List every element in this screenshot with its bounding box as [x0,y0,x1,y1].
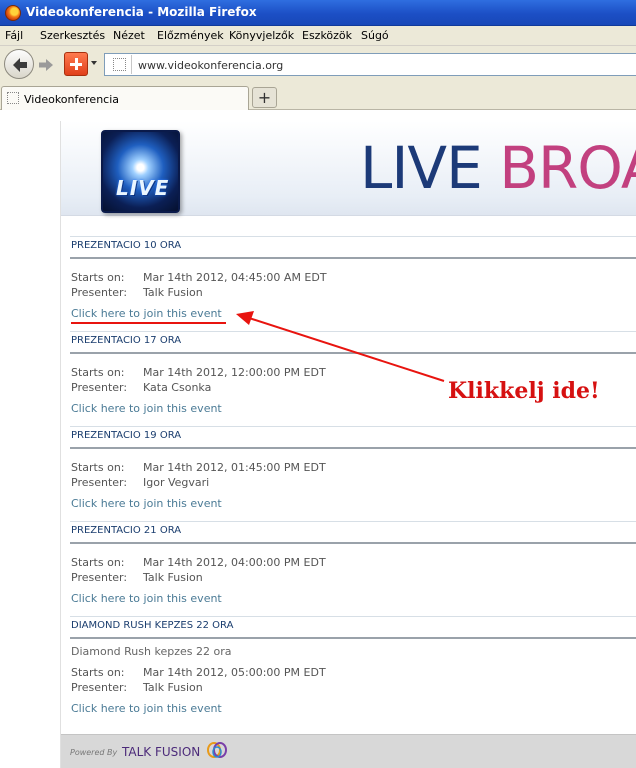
annotation-underline [71,322,226,324]
add-plus-button[interactable] [64,52,88,76]
presenter-label: Presenter: [71,381,128,394]
menu-file[interactable]: Fájl [5,29,23,42]
tab-label[interactable]: Videokonferencia [24,93,119,106]
starts-on-label: Starts on: [71,366,125,379]
menu-bookmarks[interactable]: Könyvjelzők [229,29,294,42]
section-divider [70,257,636,259]
join-event-link[interactable]: Click here to join this event [71,702,222,715]
starts-on-label: Starts on: [71,556,125,569]
live-logo-text: LIVE [116,176,170,200]
talk-fusion-brand[interactable]: TALK FUSION [122,745,200,759]
event-title: PREZENTACIO 21 ORA [71,525,182,536]
starts-on-label: Starts on: [71,461,125,474]
banner-title-part2: BROA [499,134,636,202]
annotation-click-here: Klikkelj ide! [448,378,600,404]
live-logo-image [101,130,180,213]
arrow-left-icon [13,58,27,72]
menu-history[interactable]: Előzmények [157,29,224,42]
banner-title: LIVE BROA [360,134,636,202]
section-divider [70,521,636,522]
arrow-right-icon [39,59,53,71]
presenter-label: Presenter: [71,286,128,299]
starts-on-label: Starts on: [71,666,125,679]
window-title: Videokonferencia - Mozilla Firefox [26,5,257,19]
forward-button[interactable] [36,56,56,74]
menu-bar: Fájl Szerkesztés Nézet Előzmények Könyvj… [0,26,636,46]
event-presenter: Talk Fusion [143,286,203,299]
event-start-time: Mar 14th 2012, 04:00:00 PM EDT [143,556,326,569]
event-start-time: Mar 14th 2012, 05:00:00 PM EDT [143,666,326,679]
section-divider [70,447,636,449]
join-event-link[interactable]: Click here to join this event [71,592,222,605]
site-identity-icon[interactable] [113,58,126,71]
section-divider [70,616,636,617]
event-title: PREZENTACIO 19 ORA [71,430,182,441]
menu-edit[interactable]: Szerkesztés [40,29,105,42]
talk-fusion-logo-icon [207,742,227,758]
firefox-icon [5,5,21,21]
event-presenter: Kata Csonka [143,381,212,394]
powered-by-text: Powered By [70,748,118,757]
starts-on-label: Starts on: [71,271,125,284]
section-divider [70,542,636,544]
event-start-time: Mar 14th 2012, 04:45:00 AM EDT [143,271,327,284]
event-start-time: Mar 14th 2012, 01:45:00 PM EDT [143,461,326,474]
section-divider [70,637,636,639]
join-event-link[interactable]: Click here to join this event [71,307,222,320]
address-divider [131,55,132,74]
event-title: PREZENTACIO 10 ORA [71,240,182,251]
presenter-label: Presenter: [71,476,128,489]
join-event-link[interactable]: Click here to join this event [71,497,222,510]
join-event-link[interactable]: Click here to join this event [71,402,222,415]
event-title: PREZENTACIO 17 ORA [71,335,182,346]
page-icon [7,92,19,104]
presenter-label: Presenter: [71,571,128,584]
window-title-bar: Videokonferencia - Mozilla Firefox [0,0,636,26]
chevron-down-icon[interactable] [91,61,97,65]
event-presenter: Igor Vegvari [143,476,210,489]
annotation-arrow-icon [236,311,445,382]
menu-tools[interactable]: Eszközök [302,29,352,42]
event-title: DIAMOND RUSH KEPZES 22 ORA [71,620,234,631]
event-description: Diamond Rush kepzes 22 ora [71,645,232,658]
section-divider [70,426,636,427]
back-button[interactable] [4,49,34,79]
address-url[interactable]: www.videokonferencia.org [138,59,283,72]
banner-title-part1: LIVE [360,134,483,202]
menu-help[interactable]: Súgó [361,29,389,42]
presenter-label: Presenter: [71,681,128,694]
event-presenter: Talk Fusion [143,571,203,584]
new-tab-button[interactable]: + [252,87,277,108]
event-presenter: Talk Fusion [143,681,203,694]
menu-view[interactable]: Nézet [113,29,145,42]
section-divider [70,236,636,237]
